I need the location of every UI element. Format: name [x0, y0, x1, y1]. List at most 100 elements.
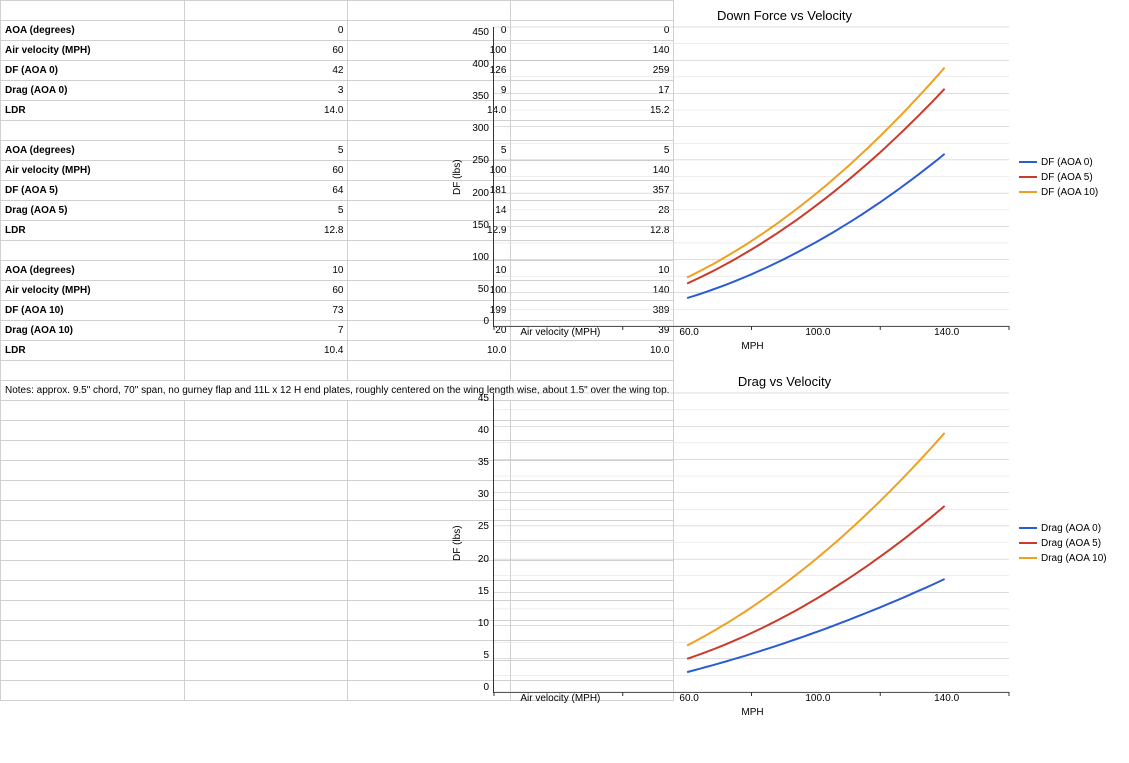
- empty-cell[interactable]: [185, 621, 348, 641]
- legend-item: Drag (AOA 10): [1019, 553, 1119, 564]
- empty-cell[interactable]: [1, 401, 185, 421]
- charts-panel: Down Force vs VelocityDF (lbs)0501001502…: [440, 0, 1129, 740]
- empty-cell[interactable]: [1, 521, 185, 541]
- empty-cell[interactable]: [1, 641, 185, 661]
- empty-cell[interactable]: [185, 541, 348, 561]
- y-tick: 100: [465, 252, 489, 263]
- chart-title: Drag vs Velocity: [450, 370, 1119, 393]
- empty-cell[interactable]: [1, 681, 185, 701]
- series-line: [687, 506, 945, 659]
- cell-value[interactable]: 14.0: [185, 101, 348, 121]
- empty-cell[interactable]: [1, 241, 185, 261]
- empty-cell[interactable]: [185, 1, 348, 21]
- empty-cell[interactable]: [1, 481, 185, 501]
- legend-label: DF (AOA 10): [1041, 187, 1098, 198]
- row-label: AOA (degrees): [1, 141, 185, 161]
- x-tick: Air velocity (MPH): [520, 327, 600, 338]
- legend-swatch: [1019, 557, 1037, 559]
- legend-swatch: [1019, 176, 1037, 178]
- empty-cell[interactable]: [1, 561, 185, 581]
- empty-cell[interactable]: [1, 621, 185, 641]
- empty-cell[interactable]: [1, 501, 185, 521]
- cell-value[interactable]: 60: [185, 41, 348, 61]
- empty-cell[interactable]: [1, 121, 185, 141]
- empty-cell[interactable]: [185, 521, 348, 541]
- empty-cell[interactable]: [185, 661, 348, 681]
- data-table-panel: AOA (degrees)000Air velocity (MPH)601001…: [0, 0, 440, 740]
- cell-value[interactable]: 0: [185, 21, 348, 41]
- legend: DF (AOA 0) DF (AOA 5) DF (AOA 10): [1009, 27, 1119, 327]
- y-tick: 15: [465, 586, 489, 597]
- x-tick: 100.0: [805, 327, 830, 338]
- empty-cell[interactable]: [185, 481, 348, 501]
- empty-cell[interactable]: [185, 421, 348, 441]
- empty-cell[interactable]: [185, 561, 348, 581]
- cell-value[interactable]: 73: [185, 301, 348, 321]
- row-label: Air velocity (MPH): [1, 161, 185, 181]
- empty-cell[interactable]: [1, 581, 185, 601]
- empty-cell[interactable]: [185, 461, 348, 481]
- empty-cell[interactable]: [185, 681, 348, 701]
- cell-value[interactable]: 7: [185, 321, 348, 341]
- empty-cell[interactable]: [1, 1, 185, 21]
- row-label: AOA (degrees): [1, 261, 185, 281]
- empty-cell[interactable]: [1, 441, 185, 461]
- cell-value[interactable]: 12.8: [185, 221, 348, 241]
- empty-cell[interactable]: [185, 441, 348, 461]
- row-label: LDR: [1, 341, 185, 361]
- empty-cell[interactable]: [185, 581, 348, 601]
- empty-cell[interactable]: [1, 461, 185, 481]
- x-tick: 60.0: [679, 327, 698, 338]
- x-ticks: Air velocity (MPH)60.0100.0140.0: [496, 327, 1009, 341]
- y-tick: 10: [465, 618, 489, 629]
- empty-cell[interactable]: [1, 541, 185, 561]
- legend-label: Drag (AOA 0): [1041, 523, 1101, 534]
- y-tick: 350: [465, 91, 489, 102]
- legend-item: DF (AOA 10): [1019, 187, 1119, 198]
- cell-value[interactable]: 3: [185, 81, 348, 101]
- cell-value[interactable]: 64: [185, 181, 348, 201]
- y-tick: 45: [465, 393, 489, 404]
- y-tick: 300: [465, 123, 489, 134]
- empty-cell[interactable]: [185, 241, 348, 261]
- y-tick: 25: [465, 521, 489, 532]
- plot-area: [493, 393, 1009, 693]
- y-ticks: 050100150200250300350400450: [465, 27, 493, 327]
- row-label: DF (AOA 5): [1, 181, 185, 201]
- x-tick: Air velocity (MPH): [520, 693, 600, 704]
- empty-cell[interactable]: [1, 421, 185, 441]
- y-tick: 400: [465, 59, 489, 70]
- empty-cell[interactable]: [1, 661, 185, 681]
- empty-cell[interactable]: [1, 361, 185, 381]
- y-tick: 0: [465, 682, 489, 693]
- y-tick: 250: [465, 155, 489, 166]
- cell-value[interactable]: 10: [185, 261, 348, 281]
- empty-cell[interactable]: [185, 121, 348, 141]
- row-label: LDR: [1, 101, 185, 121]
- cell-value[interactable]: 60: [185, 161, 348, 181]
- cell-value[interactable]: 42: [185, 61, 348, 81]
- y-tick: 50: [465, 284, 489, 295]
- empty-cell[interactable]: [185, 361, 348, 381]
- x-tick: 140.0: [934, 693, 959, 704]
- empty-cell[interactable]: [185, 501, 348, 521]
- empty-cell[interactable]: [185, 641, 348, 661]
- empty-cell[interactable]: [185, 401, 348, 421]
- legend-item: DF (AOA 5): [1019, 172, 1119, 183]
- cell-value[interactable]: 10.4: [185, 341, 348, 361]
- legend-label: Drag (AOA 10): [1041, 553, 1107, 564]
- x-tick: 100.0: [805, 693, 830, 704]
- legend-swatch: [1019, 161, 1037, 163]
- empty-cell[interactable]: [185, 601, 348, 621]
- cell-value[interactable]: 5: [185, 201, 348, 221]
- row-label: LDR: [1, 221, 185, 241]
- legend-label: DF (AOA 0): [1041, 157, 1093, 168]
- cell-value[interactable]: 60: [185, 281, 348, 301]
- y-tick: 20: [465, 554, 489, 565]
- y-ticks: 051015202530354045: [465, 393, 493, 693]
- legend-item: DF (AOA 0): [1019, 157, 1119, 168]
- cell-value[interactable]: 5: [185, 141, 348, 161]
- empty-cell[interactable]: [1, 601, 185, 621]
- series-line: [687, 89, 945, 284]
- spreadsheet-sheet: AOA (degrees)000Air velocity (MPH)601001…: [0, 0, 1129, 740]
